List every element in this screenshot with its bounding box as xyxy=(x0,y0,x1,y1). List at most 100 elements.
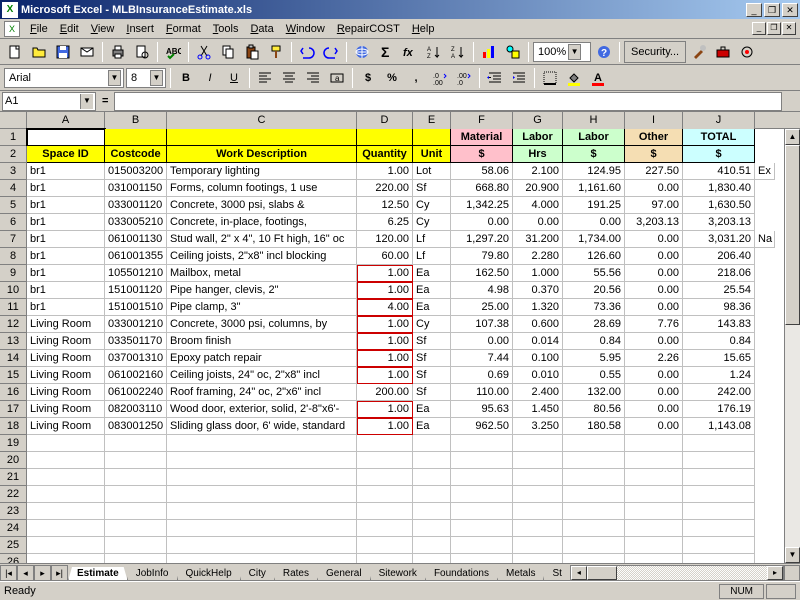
row-header-23[interactable]: 23 xyxy=(0,503,27,520)
cell-E11[interactable]: Ea xyxy=(413,299,451,316)
cell-G5[interactable]: 4.000 xyxy=(513,197,563,214)
column-header-E[interactable]: E xyxy=(413,112,451,129)
cell-G1[interactable]: Labor xyxy=(513,129,563,146)
cell-C18[interactable]: Sliding glass door, 6' wide, standard xyxy=(167,418,357,435)
cell-J6[interactable]: 3,203.13 xyxy=(683,214,755,231)
cell-J16[interactable]: 242.00 xyxy=(683,384,755,401)
scroll-thumb[interactable] xyxy=(785,145,800,325)
close-button[interactable]: ✕ xyxy=(782,3,798,17)
row-header-22[interactable]: 22 xyxy=(0,486,27,503)
cell-E6[interactable]: Cy xyxy=(413,214,451,231)
row-header-16[interactable]: 16 xyxy=(0,384,27,401)
decrease-decimal-button[interactable]: .00.0 xyxy=(453,67,475,89)
row-header-10[interactable]: 10 xyxy=(0,282,27,299)
row-header-21[interactable]: 21 xyxy=(0,469,27,486)
cell-J11[interactable]: 98.36 xyxy=(683,299,755,316)
row-header-3[interactable]: 3 xyxy=(0,163,27,180)
cell-H8[interactable]: 126.60 xyxy=(563,248,625,265)
cell-J15[interactable]: 1.24 xyxy=(683,367,755,384)
cell-F12[interactable]: 107.38 xyxy=(451,316,513,333)
comma-button[interactable]: , xyxy=(405,67,427,89)
decrease-indent-button[interactable] xyxy=(484,67,506,89)
cell-A14[interactable]: Living Room xyxy=(27,350,105,367)
mdi-minimize-button[interactable]: _ xyxy=(752,22,766,35)
help-button[interactable]: ? xyxy=(593,41,615,63)
cell-D15[interactable]: 1.00 xyxy=(357,367,413,384)
cell-G14[interactable]: 0.100 xyxy=(513,350,563,367)
minimize-button[interactable]: _ xyxy=(746,3,762,17)
cell-A6[interactable]: br1 xyxy=(27,214,105,231)
cell-I19[interactable] xyxy=(625,435,683,452)
cell-B26[interactable] xyxy=(105,554,167,563)
row-header-6[interactable]: 6 xyxy=(0,214,27,231)
workbook-icon[interactable]: X xyxy=(4,21,20,37)
cell-F14[interactable]: 7.44 xyxy=(451,350,513,367)
cell-B16[interactable]: 061002240 xyxy=(105,384,167,401)
underline-button[interactable]: U xyxy=(223,67,245,89)
cell-F1[interactable]: Material xyxy=(451,129,513,146)
cell-B8[interactable]: 061001355 xyxy=(105,248,167,265)
cell-D19[interactable] xyxy=(357,435,413,452)
cell-E25[interactable] xyxy=(413,537,451,554)
cell-G18[interactable]: 3.250 xyxy=(513,418,563,435)
scroll-left-button[interactable]: ◂ xyxy=(571,566,587,580)
name-box[interactable]: A1▼ xyxy=(2,92,96,111)
cell-C16[interactable]: Roof framing, 24" oc, 2"x6" incl xyxy=(167,384,357,401)
cell-D26[interactable] xyxy=(357,554,413,563)
open-button[interactable] xyxy=(28,41,50,63)
cell-G9[interactable]: 1.000 xyxy=(513,265,563,282)
sheet-tab-general[interactable]: General xyxy=(317,567,371,581)
cell-C25[interactable] xyxy=(167,537,357,554)
cell-C12[interactable]: Concrete, 3000 psi, columns, by xyxy=(167,316,357,333)
menu-tools[interactable]: Tools xyxy=(207,21,245,37)
undo-button[interactable] xyxy=(296,41,318,63)
cell-E1[interactable] xyxy=(413,129,451,146)
cell-C3[interactable]: Temporary lighting xyxy=(167,163,357,180)
cell-F24[interactable] xyxy=(451,520,513,537)
cell-A13[interactable]: Living Room xyxy=(27,333,105,350)
cell-I23[interactable] xyxy=(625,503,683,520)
cell-J8[interactable]: 206.40 xyxy=(683,248,755,265)
cell-E15[interactable]: Sf xyxy=(413,367,451,384)
cell-F9[interactable]: 162.50 xyxy=(451,265,513,282)
cell-A22[interactable] xyxy=(27,486,105,503)
cell-F3[interactable]: 58.06 xyxy=(451,163,513,180)
cell-H14[interactable]: 5.95 xyxy=(563,350,625,367)
cell-H16[interactable]: 132.00 xyxy=(563,384,625,401)
cell-I20[interactable] xyxy=(625,452,683,469)
scroll-up-button[interactable]: ▲ xyxy=(785,129,800,145)
cell-E20[interactable] xyxy=(413,452,451,469)
chart-wizard-button[interactable] xyxy=(478,41,500,63)
cell-D18[interactable]: 1.00 xyxy=(357,418,413,435)
font-color-button[interactable]: A xyxy=(587,67,609,89)
percent-button[interactable]: % xyxy=(381,67,403,89)
row-header-18[interactable]: 18 xyxy=(0,418,27,435)
currency-button[interactable]: $ xyxy=(357,67,379,89)
hyperlink-button[interactable] xyxy=(351,41,373,63)
align-center-button[interactable] xyxy=(278,67,300,89)
cell-D13[interactable]: 1.00 xyxy=(357,333,413,350)
cell-J13[interactable]: 0.84 xyxy=(683,333,755,350)
tab-first-button[interactable]: |◂ xyxy=(0,565,17,581)
cell-D9[interactable]: 1.00 xyxy=(357,265,413,282)
cell-F11[interactable]: 25.00 xyxy=(451,299,513,316)
cell-J20[interactable] xyxy=(683,452,755,469)
sheet-tab-estimate[interactable]: Estimate xyxy=(68,567,128,581)
sheet-tab-sitework[interactable]: Sitework xyxy=(370,567,426,581)
cell-B10[interactable]: 151001120 xyxy=(105,282,167,299)
cell-H24[interactable] xyxy=(563,520,625,537)
cell-B19[interactable] xyxy=(105,435,167,452)
zoom-combo[interactable]: 100%▼ xyxy=(533,42,591,62)
cell-A20[interactable] xyxy=(27,452,105,469)
cell-F22[interactable] xyxy=(451,486,513,503)
cell-I26[interactable] xyxy=(625,554,683,563)
cell-C22[interactable] xyxy=(167,486,357,503)
cell-H26[interactable] xyxy=(563,554,625,563)
cell-H10[interactable]: 20.56 xyxy=(563,282,625,299)
cell-J1[interactable]: TOTAL xyxy=(683,129,755,146)
cell-F7[interactable]: 1,297.20 xyxy=(451,231,513,248)
menu-repaircost[interactable]: RepairCOST xyxy=(331,21,406,37)
cell-D4[interactable]: 220.00 xyxy=(357,180,413,197)
cell-B20[interactable] xyxy=(105,452,167,469)
cell-A15[interactable]: Living Room xyxy=(27,367,105,384)
